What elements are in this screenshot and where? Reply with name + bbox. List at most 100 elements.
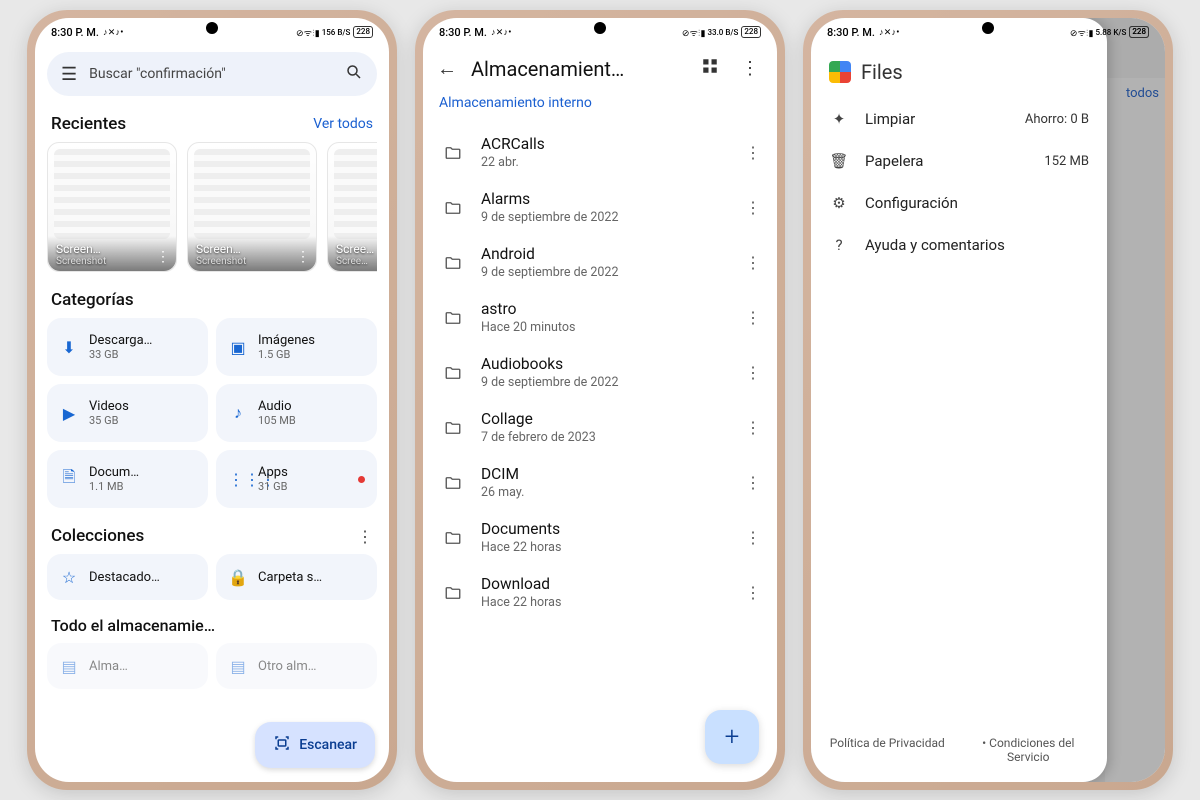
scan-fab[interactable]: Escanear [255,722,375,768]
row-more-icon[interactable]: ⋮ [745,418,761,437]
folder-row[interactable]: Audiobooks 9 de septiembre de 2022 ⋮ [429,345,771,400]
folder-icon [439,199,467,217]
drawer-item[interactable]: ✦ Limpiar Ahorro: 0 B [811,98,1107,140]
more-icon[interactable]: ⋮ [737,58,763,79]
folder-row[interactable]: Android 9 de septiembre de 2022 ⋮ [429,235,771,290]
folder-row[interactable]: Download Hace 22 horas ⋮ [429,565,771,620]
scan-label: Escanear [299,737,357,753]
folder-name: Collage [481,410,731,428]
back-icon[interactable]: ← [437,56,457,81]
breadcrumb[interactable]: Almacenamiento interno [423,87,777,125]
bg-see-all: todos [1105,78,1165,109]
category-size: 1.1 MB [89,480,139,493]
category-size: 33 GB [89,348,152,361]
drawer-item[interactable]: 🗑 Papelera 152 MB [811,140,1107,182]
collection-card[interactable]: 🔒 Carpeta s… [216,554,377,600]
storage-name: Otro alm… [258,659,316,674]
row-more-icon[interactable]: ⋮ [745,253,761,272]
folder-row[interactable]: DCIM 26 may. ⋮ [429,455,771,510]
status-app-icons: ♪ ✕ ♪ • [103,27,122,38]
search-icon[interactable] [345,63,363,86]
lock-icon: 🔒 [228,568,248,587]
drawer-item[interactable]: ? Ayuda y comentarios [811,224,1107,266]
video-icon: ▶ [59,404,79,423]
folder-date: 9 de septiembre de 2022 [481,265,731,280]
folder-name: Documents [481,520,731,538]
thumb-title: Screen… [56,242,168,256]
drawer-app-title: Files [861,60,903,84]
drawer-item-value: Ahorro: 0 B [1025,112,1089,127]
status-time: 8:30 P. M. [827,26,875,39]
thumb-more-icon[interactable]: ⋮ [156,249,170,265]
row-more-icon[interactable]: ⋮ [745,308,761,327]
camera-notch [982,22,994,34]
collections-more-icon[interactable]: ⋮ [357,527,373,546]
folder-row[interactable]: ACRCalls 22 abr. ⋮ [429,125,771,180]
category-card[interactable]: ⋮⋮⋮ Apps 31 GB [216,450,377,508]
recent-thumb[interactable]: Screen… Screenshot ⋮ [47,142,177,272]
gear-icon: ⚙ [829,194,849,212]
row-more-icon[interactable]: ⋮ [745,363,761,382]
recents-carousel[interactable]: Screen… Screenshot ⋮ Screen… Screenshot … [47,142,377,272]
thumb-title: Screen… [196,242,308,256]
row-more-icon[interactable]: ⋮ [745,583,761,602]
folder-row[interactable]: Alarms 9 de septiembre de 2022 ⋮ [429,180,771,235]
status-net: 5.88 K/S [1095,28,1126,37]
folder-row[interactable]: astro Hace 20 minutos ⋮ [429,290,771,345]
privacy-link[interactable]: Política de Privacidad [830,736,945,764]
folder-icon [439,474,467,492]
apps-icon: ⋮⋮⋮ [228,470,248,489]
storage-card[interactable]: ▤ Otro alm… [216,643,377,689]
category-size: 35 GB [89,414,129,427]
thumb-more-icon[interactable]: ⋮ [296,249,310,265]
recents-see-all[interactable]: Ver todos [313,116,373,132]
help-icon: ? [829,236,849,254]
category-name: Docum… [89,465,139,480]
row-more-icon[interactable]: ⋮ [745,473,761,492]
recent-thumb[interactable]: Screen… Screenshot ⋮ [187,142,317,272]
collection-card[interactable]: ☆ Destacado… [47,554,208,600]
drawer-item[interactable]: ⚙ Configuración [811,182,1107,224]
notification-dot [358,476,365,483]
status-app-icons: ♪ ✕ ♪ • [491,27,510,38]
folder-name: ACRCalls [481,135,731,153]
category-card[interactable]: ♪ Audio 105 MB [216,384,377,442]
recent-thumb[interactable]: Scree… Scree… ⋮ [327,142,377,272]
thumb-subtitle: Scree… [336,256,377,267]
row-more-icon[interactable]: ⋮ [745,528,761,547]
folder-icon [439,309,467,327]
download-icon: ⬇ [59,338,79,357]
search-bar[interactable]: ☰ Buscar "confirmación" [47,52,377,96]
category-card[interactable]: ▶ Videos 35 GB [47,384,208,442]
drawer-item-value: 152 MB [1044,154,1089,169]
navigation-drawer: Files ✦ Limpiar Ahorro: 0 B 🗑 Papelera 1… [811,18,1107,782]
add-fab[interactable]: + [705,710,759,764]
phone-2: 8:30 P. M. ♪ ✕ ♪ • ⊘ ᯤ ⫶ ▮ 33.0 B/S 228 … [415,10,785,790]
scan-icon [273,734,291,756]
folder-date: Hace 20 minutos [481,320,731,335]
storage-card[interactable]: ▤ Alma… [47,643,208,689]
folder-icon [439,254,467,272]
terms-link[interactable]: • Condiciones del Servicio [968,736,1088,764]
folder-icon [439,144,467,162]
status-battery: 228 [353,26,373,38]
category-card[interactable]: ⬇ Descarga… 33 GB [47,318,208,376]
category-card[interactable]: 🗎 Docum… 1.1 MB [47,450,208,508]
camera-notch [594,22,606,34]
row-more-icon[interactable]: ⋮ [745,198,761,217]
category-name: Imágenes [258,333,315,348]
view-grid-icon[interactable] [697,57,723,80]
status-net-icons: ⊘ ᯤ ⫶ ▮ [1070,26,1093,39]
folder-date: Hace 22 horas [481,540,731,555]
categories-title: Categorías [51,290,134,310]
camera-notch [206,22,218,34]
menu-icon[interactable]: ☰ [61,64,77,85]
category-card[interactable]: ▣ Imágenes 1.5 GB [216,318,377,376]
folder-row[interactable]: Documents Hace 22 horas ⋮ [429,510,771,565]
folder-row[interactable]: Collage 7 de febrero de 2023 ⋮ [429,400,771,455]
category-size: 31 GB [258,480,288,493]
status-net-icons: ⊘ ᯤ ⫶ ▮ [296,26,319,39]
collections-title: Colecciones [51,526,144,546]
image-icon: ▣ [228,338,248,357]
row-more-icon[interactable]: ⋮ [745,143,761,162]
